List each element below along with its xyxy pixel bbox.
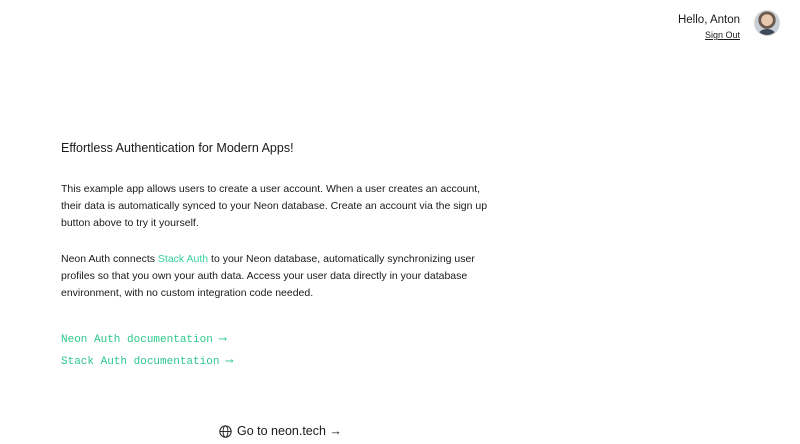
avatar[interactable] bbox=[754, 10, 780, 36]
neon-auth-docs-link[interactable]: Neon Auth documentation ⟶ bbox=[61, 333, 233, 347]
user-block: Hello, Anton Sign Out bbox=[678, 10, 740, 40]
neon-auth-paragraph: Neon Auth connects Stack Auth to your Ne… bbox=[61, 251, 501, 302]
header: Hello, Anton Sign Out bbox=[678, 10, 780, 40]
user-greeting: Hello, Anton bbox=[677, 14, 740, 26]
page-title: Effortless Authentication for Modern App… bbox=[61, 141, 294, 155]
stack-auth-link[interactable]: Stack Auth bbox=[158, 253, 208, 265]
main-content: Effortless Authentication for Modern App… bbox=[61, 140, 501, 302]
stack-auth-docs-link[interactable]: Stack Auth documentation ⟶ bbox=[61, 355, 233, 369]
neon-tech-link[interactable]: Go to neon.tech → bbox=[219, 424, 342, 438]
globe-icon bbox=[219, 424, 232, 438]
sign-out-button[interactable]: Sign Out bbox=[705, 30, 740, 40]
documentation-links: Neon Auth documentation ⟶ Stack Auth doc… bbox=[61, 333, 233, 377]
neon-tech-label: Go to neon.tech → bbox=[237, 424, 342, 438]
intro-paragraph: This example app allows users to create … bbox=[61, 183, 488, 229]
paragraph-text-prefix: Neon Auth connects bbox=[61, 253, 158, 265]
